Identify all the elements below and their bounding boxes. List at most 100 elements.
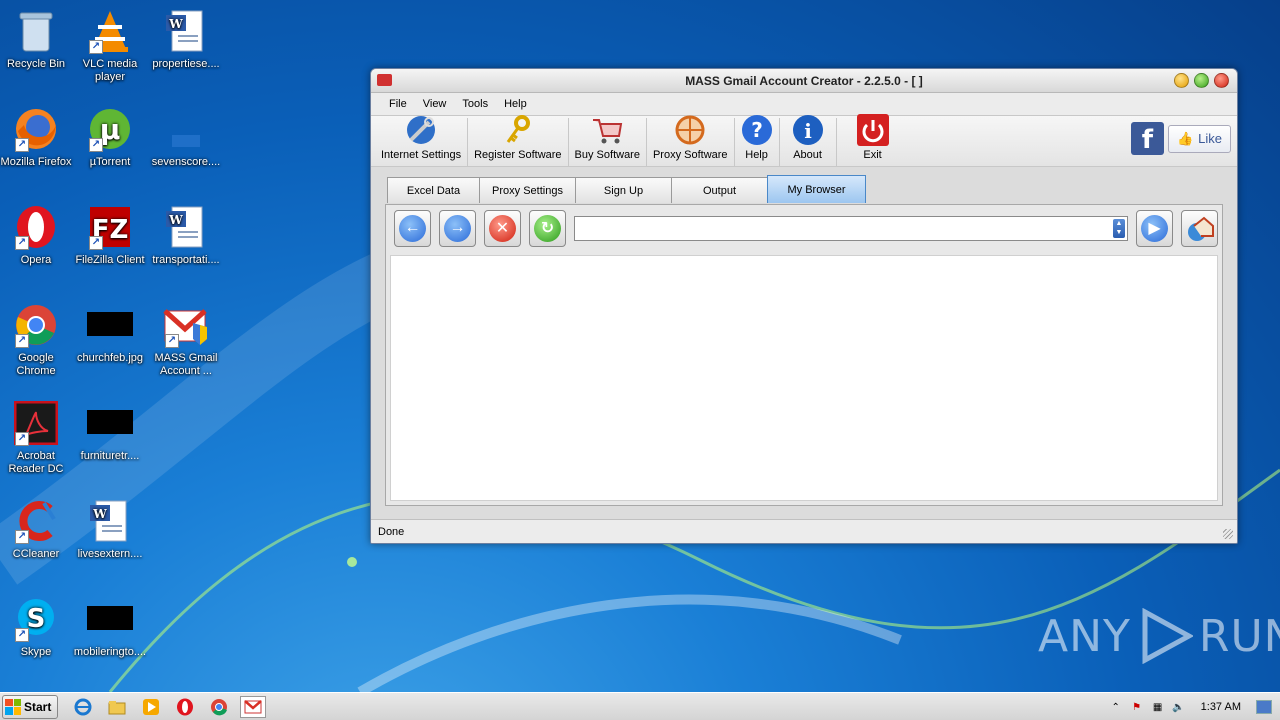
desktop-icon-livesextern[interactable]: W livesextern....	[72, 498, 148, 561]
shortcut-arrow-icon: ↗	[89, 236, 103, 250]
desktop-icon-transportati[interactable]: W transportati....	[148, 204, 224, 267]
shortcut-arrow-icon: ↗	[15, 530, 29, 544]
url-combobox[interactable]: ▲ ▼	[574, 215, 1128, 241]
svg-text:i: i	[804, 119, 812, 143]
cart-icon	[591, 114, 623, 146]
back-button[interactable]: ←	[394, 209, 431, 247]
internet-settings-button[interactable]: Internet Settings	[375, 116, 469, 166]
app-window: MASS Gmail Account Creator - 2.2.5.0 - […	[370, 68, 1238, 544]
resize-grip[interactable]	[1223, 529, 1233, 539]
desktop-icon-firefox[interactable]: ↗ Mozilla Firefox	[0, 106, 74, 169]
taskbar-clock[interactable]: 1:37 AM	[1201, 701, 1241, 713]
desktop-icon-acrobat[interactable]: ↗ Acrobat Reader DC	[0, 400, 74, 476]
play-logo-icon	[1142, 608, 1193, 664]
tab-sign-up[interactable]: Sign Up	[575, 177, 672, 203]
desktop-icon-mass-gmail[interactable]: ↗ MASS Gmail Account ...	[148, 302, 224, 378]
tab-proxy-settings[interactable]: Proxy Settings	[479, 177, 576, 203]
status-bar: Done	[371, 519, 1237, 543]
url-dropdown-icon[interactable]: ▲ ▼	[1113, 218, 1125, 238]
go-button[interactable]: ▶	[1136, 209, 1173, 247]
menu-bar: File View Tools Help	[371, 93, 1237, 115]
desktop-icon-chrome[interactable]: ↗ Google Chrome	[0, 302, 74, 378]
close-button[interactable]	[1214, 73, 1229, 88]
maximize-button[interactable]	[1194, 73, 1209, 88]
about-button[interactable]: i About	[780, 115, 837, 166]
window-title: MASS Gmail Account Creator - 2.2.5.0 - […	[685, 73, 923, 88]
start-button[interactable]: Start	[2, 694, 59, 719]
taskbar-ie-icon[interactable]	[70, 696, 96, 718]
taskbar-mass-gmail-icon[interactable]	[240, 695, 267, 718]
desktop-icon-filezilla[interactable]: FZ ↗ FileZilla Client	[72, 204, 148, 267]
show-desktop-button[interactable]	[1256, 700, 1272, 714]
gmail-creator-icon: ↗	[163, 302, 209, 348]
back-arrow-icon: ←	[399, 214, 426, 242]
taskbar-chrome-icon[interactable]	[206, 696, 232, 718]
filezilla-icon: FZ ↗	[87, 204, 133, 250]
tab-my-browser[interactable]: My Browser	[767, 175, 866, 203]
blank-file-icon	[163, 106, 209, 152]
menu-view[interactable]: View	[415, 98, 455, 110]
browser-viewport[interactable]	[390, 255, 1218, 501]
desktop-icon-furnituretr[interactable]: furnituretr....	[72, 400, 148, 463]
home-button[interactable]	[1181, 209, 1218, 247]
tab-output[interactable]: Output	[671, 177, 768, 203]
register-software-button[interactable]: Register Software	[468, 115, 569, 166]
help-icon: ?	[741, 114, 773, 146]
url-input[interactable]	[575, 216, 1127, 240]
desktop-icon-skype[interactable]: S ↗ Skype	[0, 596, 74, 659]
recycle-bin-icon	[13, 8, 59, 54]
desktop-icon-propertiese[interactable]: W propertiese....	[148, 8, 224, 71]
tray-network-icon[interactable]: ▦	[1151, 700, 1165, 714]
taskbar-explorer-icon[interactable]	[104, 696, 130, 718]
menu-tools[interactable]: Tools	[454, 98, 496, 110]
proxy-software-button[interactable]: Proxy Software	[647, 115, 735, 166]
desktop-icon-ccleaner[interactable]: ↗ CCleaner	[0, 498, 74, 561]
utorrent-icon: µ ↗	[87, 106, 133, 152]
shortcut-arrow-icon: ↗	[89, 138, 103, 152]
refresh-button[interactable]: ↻	[529, 209, 566, 247]
tab-excel-data[interactable]: Excel Data	[387, 177, 480, 203]
toolbar: Internet Settings Register Software Buy …	[371, 114, 1237, 167]
desktop-icon-sevenscore[interactable]: sevenscore....	[148, 106, 224, 169]
minimize-button[interactable]	[1174, 73, 1189, 88]
taskbar-media-player-icon[interactable]	[138, 696, 164, 718]
menu-help[interactable]: Help	[496, 98, 535, 110]
shortcut-arrow-icon: ↗	[15, 138, 29, 152]
shortcut-arrow-icon: ↗	[15, 432, 29, 446]
desktop-icon-churchfeb[interactable]: churchfeb.jpg	[72, 302, 148, 365]
desktop-icon-vlc[interactable]: ↗ VLC media player	[72, 8, 148, 84]
desktop-icon-mobileringto[interactable]: mobileringto....	[72, 596, 148, 659]
stop-button[interactable]: ✕	[484, 209, 521, 247]
stop-icon: ✕	[489, 214, 516, 242]
skype-icon: S ↗	[13, 596, 59, 642]
tray-expand-icon[interactable]: ⌃	[1109, 700, 1123, 714]
buy-software-button[interactable]: Buy Software	[569, 118, 647, 166]
thumbs-up-icon: 👍	[1176, 130, 1194, 146]
desktop-icon-utorrent[interactable]: µ ↗ µTorrent	[72, 106, 148, 169]
acrobat-icon: ↗	[13, 400, 59, 446]
keys-icon	[502, 114, 534, 146]
exit-button[interactable]: Exit	[837, 114, 909, 166]
image-file-icon	[87, 400, 133, 446]
svg-text:W: W	[168, 17, 183, 31]
desktop-icon-opera[interactable]: ↗ Opera	[0, 204, 74, 267]
chrome-icon: ↗	[13, 302, 59, 348]
help-button[interactable]: ? Help	[735, 115, 780, 166]
facebook-logo-icon[interactable]: f	[1130, 122, 1164, 155]
tray-flag-icon[interactable]: ⚑	[1130, 700, 1144, 714]
menu-file[interactable]: File	[381, 98, 415, 110]
window-titlebar[interactable]: MASS Gmail Account Creator - 2.2.5.0 - […	[371, 69, 1237, 93]
facebook-area: f 👍 Like	[1130, 122, 1231, 155]
refresh-icon: ↻	[534, 214, 561, 242]
home-globe-icon	[1187, 216, 1214, 241]
browser-navbar: ← → ✕ ↻ ▲ ▼ ▶	[386, 205, 1222, 251]
anyrun-watermark: ANY RUN	[1038, 608, 1280, 664]
word-doc-icon: W	[163, 8, 209, 54]
info-icon: i	[792, 114, 824, 146]
tray-volume-icon[interactable]: 🔈	[1172, 700, 1186, 714]
word-doc-icon: W	[163, 204, 209, 250]
facebook-like-button[interactable]: 👍 Like	[1167, 124, 1231, 153]
desktop-icon-recycle-bin[interactable]: Recycle Bin	[0, 8, 74, 71]
taskbar-opera-icon[interactable]	[172, 696, 198, 718]
forward-button[interactable]: →	[439, 209, 476, 247]
